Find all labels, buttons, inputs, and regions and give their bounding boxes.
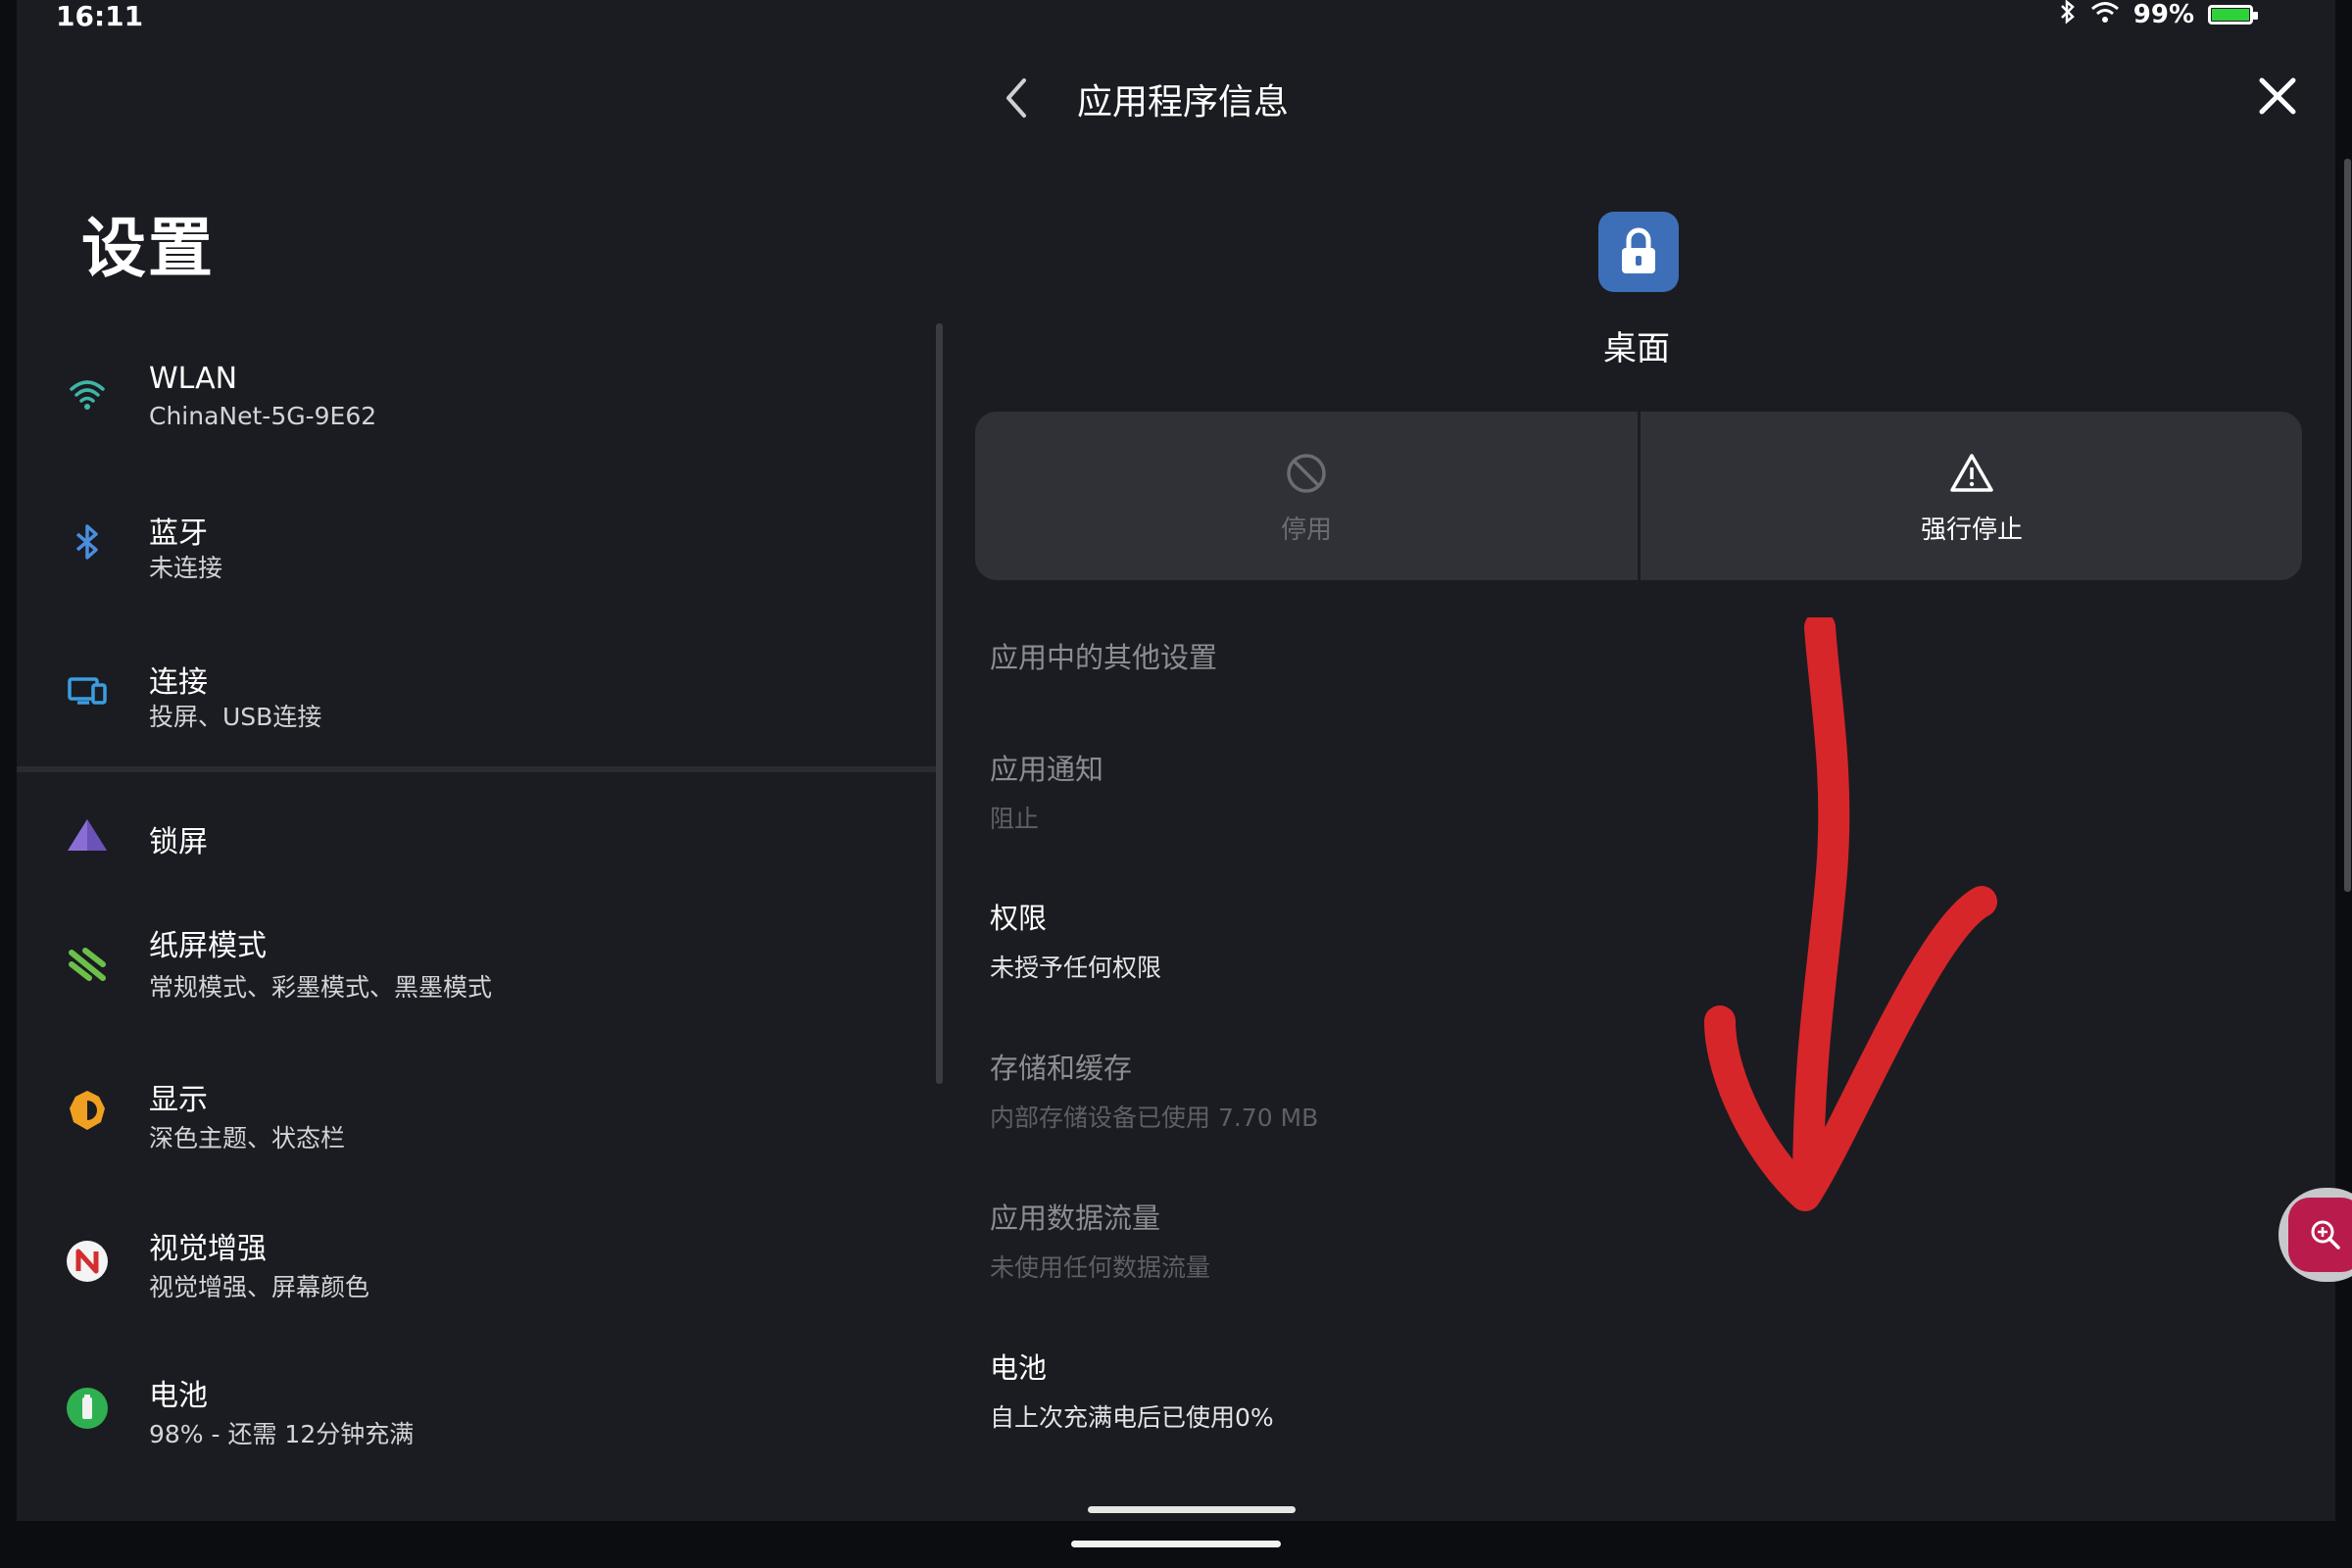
lock-app-icon: [1598, 212, 1679, 292]
annotation-arrow: [1704, 617, 1997, 1211]
sidebar-item-title: 连接: [149, 665, 208, 700]
sidebar-item-subtitle: 视觉增强、屏幕颜色: [149, 1273, 370, 1301]
row-subtitle: 内部存储设备已使用 7.70 MB: [990, 1103, 1319, 1132]
sidebar-scrollbar[interactable]: [936, 323, 943, 1084]
row-title: 存储和缓存: [990, 1052, 1133, 1085]
row-permissions[interactable]: 权限 未授予任何权限: [990, 896, 2264, 984]
bluetooth-icon: [66, 520, 109, 564]
row-title: 电池: [990, 1351, 1048, 1385]
row-subtitle: 未授予任何权限: [990, 954, 1162, 982]
sidebar-item-title: 视觉增强: [149, 1232, 267, 1266]
wifi-icon: [66, 373, 109, 416]
settings-sidebar: 设置 WLAN ChinaNet-5G-9E62 蓝牙 未连接 连接 投屏、US…: [17, 0, 943, 1521]
page-title: 应用程序信息: [1077, 82, 1290, 122]
warning-triangle-icon: [1949, 451, 1994, 496]
row-subtitle: 自上次充满电后已使用0%: [990, 1403, 1274, 1432]
row-app-notifications[interactable]: 应用通知 阻止: [990, 747, 2264, 835]
sidebar-item-connection[interactable]: 连接 投屏、USB连接: [17, 624, 938, 761]
screen: 16:11 99% 设置 WLAN ChinaNet-5G-9E62 蓝牙 未连…: [17, 0, 2352, 1521]
visual-enhancement-icon: [66, 1240, 109, 1283]
row-subtitle: 未使用任何数据流量: [990, 1253, 1211, 1282]
sidebar-item-subtitle: 深色主题、状态栏: [149, 1124, 346, 1152]
sidebar-item-subtitle: 98% - 还需 12分钟充满: [149, 1420, 415, 1448]
row-other-settings[interactable]: 应用中的其他设置: [990, 635, 2264, 676]
row-title: 应用中的其他设置: [990, 641, 1218, 674]
lock-screen-triangle-icon: [66, 813, 109, 857]
back-arrow-icon[interactable]: [997, 74, 1036, 122]
paper-mode-icon: [66, 943, 109, 986]
sidebar-item-subtitle: ChinaNet-5G-9E62: [149, 402, 377, 430]
disable-label: 停用: [1280, 515, 1332, 545]
force-stop-label: 强行停止: [1920, 515, 2023, 545]
sidebar-item-title: 锁屏: [149, 825, 208, 859]
app-name: 桌面: [1603, 329, 1670, 368]
connection-devices-icon: [66, 669, 109, 712]
display-brightness-icon: [66, 1089, 109, 1132]
sidebar-item-subtitle: 投屏、USB连接: [149, 703, 322, 731]
disable-circle-icon: [1284, 451, 1329, 496]
app-info-panel: 应用程序信息 桌面 停用 强行停止 应用中的其他设置 应用通知 阻止 权限 未授…: [957, 0, 2335, 1521]
sidebar-item-subtitle: 未连接: [149, 554, 223, 582]
force-stop-button[interactable]: 强行停止: [1641, 412, 2303, 580]
row-app-data-usage[interactable]: 应用数据流量 未使用任何数据流量: [990, 1196, 2264, 1284]
row-title: 应用数据流量: [990, 1201, 1161, 1235]
battery-icon: [66, 1387, 109, 1430]
row-battery[interactable]: 电池 自上次充满电后已使用0%: [990, 1346, 2264, 1434]
sidebar-item-subtitle: 常规模式、彩墨模式、黑墨模式: [149, 973, 493, 1002]
sidebar-item-visual-enhancement[interactable]: 视觉增强 视觉增强、屏幕颜色: [17, 1215, 938, 1352]
sidebar-item-title: 蓝牙: [149, 516, 208, 551]
gesture-nav-bar[interactable]: [1088, 1506, 1296, 1513]
zoom-in-icon: [2288, 1198, 2352, 1272]
row-subtitle: 阻止: [990, 805, 1040, 833]
row-title: 权限: [990, 902, 1048, 935]
row-storage-cache[interactable]: 存储和缓存 内部存储设备已使用 7.70 MB: [990, 1046, 2264, 1134]
sidebar-item-display[interactable]: 显示 深色主题、状态栏: [17, 1068, 938, 1205]
sidebar-item-battery[interactable]: 电池 98% - 还需 12分钟充满: [17, 1362, 938, 1499]
gesture-nav-bar-outer[interactable]: [1071, 1541, 1281, 1547]
sidebar-item-wlan[interactable]: WLAN ChinaNet-5G-9E62: [17, 328, 938, 466]
close-icon[interactable]: [2256, 74, 2299, 118]
sidebar-item-title: WLAN: [149, 362, 238, 396]
sidebar-item-title: 电池: [149, 1379, 208, 1413]
action-card: 停用 强行停止: [975, 412, 2302, 580]
panel-scrollbar[interactable]: [2344, 159, 2351, 892]
sidebar-item-title: 显示: [149, 1083, 208, 1117]
sidebar-item-bluetooth[interactable]: 蓝牙 未连接: [17, 475, 938, 612]
sidebar-item-title: 纸屏模式: [149, 929, 267, 963]
row-title: 应用通知: [990, 753, 1104, 786]
disable-button[interactable]: 停用: [975, 412, 1638, 580]
settings-title: 设置: [81, 211, 215, 286]
sidebar-item-lockscreen[interactable]: 锁屏: [17, 766, 938, 904]
sidebar-item-paper-mode[interactable]: 纸屏模式 常规模式、彩墨模式、黑墨模式: [17, 924, 938, 1061]
